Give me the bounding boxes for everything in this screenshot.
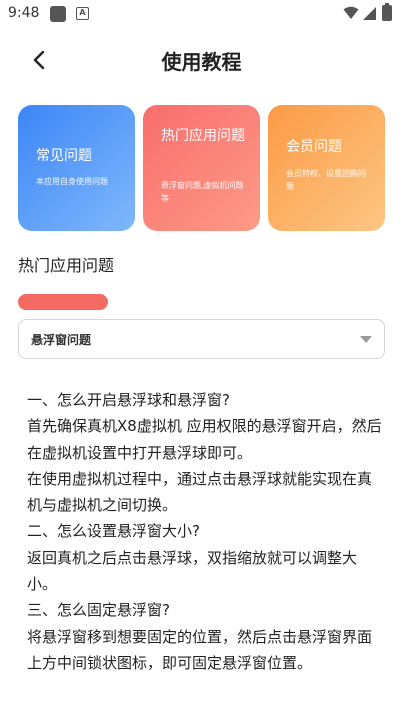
page-title: 使用教程	[161, 50, 242, 74]
card-hot-app-questions[interactable]: 热门应用问题 悬浮窗问题,虚拟机问题等	[143, 105, 260, 231]
card-title: 会员问题	[286, 139, 342, 155]
wifi-icon	[343, 6, 359, 19]
section-accent-bar	[18, 294, 108, 310]
answer-content: 一、怎么开启悬浮球和悬浮窗? 首先确保真机X8虚拟机 应用权限的悬浮窗开启，然后…	[27, 387, 382, 676]
content-line: 返回真机之后点击悬浮球，双指缩放就可以调整大小。	[27, 548, 358, 594]
header: 使用教程	[0, 40, 403, 80]
card-common-questions[interactable]: 常见问题 本应用自身使用问题	[18, 105, 135, 231]
content-line: 三、怎么固定悬浮窗?	[27, 601, 170, 620]
status-time: 9:48	[8, 5, 40, 21]
content-line: 首先确保真机X8虚拟机 应用权限的悬浮窗开启，然后在虚拟机设置中打开悬浮球即可。	[27, 417, 382, 462]
card-title: 热门应用问题	[161, 128, 245, 144]
a-badge-icon: A	[76, 7, 89, 20]
signal-icon	[363, 7, 376, 20]
category-cards: 常见问题 本应用自身使用问题 热门应用问题 悬浮窗问题,虚拟机问题等 会员问题 …	[18, 105, 385, 231]
card-title: 常见问题	[36, 148, 92, 164]
content-line: 将悬浮窗移到想要固定的位置，然后点击悬浮窗界面上方中间锁状图标，即可固定悬浮窗位…	[27, 627, 373, 672]
section-title: 热门应用问题	[18, 256, 115, 275]
question-dropdown[interactable]: 悬浮窗问题	[18, 319, 385, 359]
content-line: 在使用虚拟机过程中，通过点击悬浮球就能实现在真机与虚拟机之间切换。	[27, 469, 373, 515]
card-desc: 本应用自身使用问题	[36, 177, 108, 186]
card-member-questions[interactable]: 会员问题 会员特权、设置团购问题	[268, 105, 385, 231]
content-line: 一、怎么开启悬浮球和悬浮窗?	[27, 391, 230, 409]
status-bar: 9:48 A	[0, 0, 403, 28]
notification-icon	[50, 6, 66, 22]
card-desc: 悬浮窗问题,虚拟机问题等	[161, 181, 244, 203]
content-line: 二、怎么设置悬浮窗大小?	[27, 522, 200, 541]
card-desc: 会员特权、设置团购问题	[286, 169, 366, 191]
battery-icon	[382, 3, 392, 21]
dropdown-selected-value: 悬浮窗问题	[31, 333, 92, 347]
chevron-down-icon	[360, 336, 372, 343]
